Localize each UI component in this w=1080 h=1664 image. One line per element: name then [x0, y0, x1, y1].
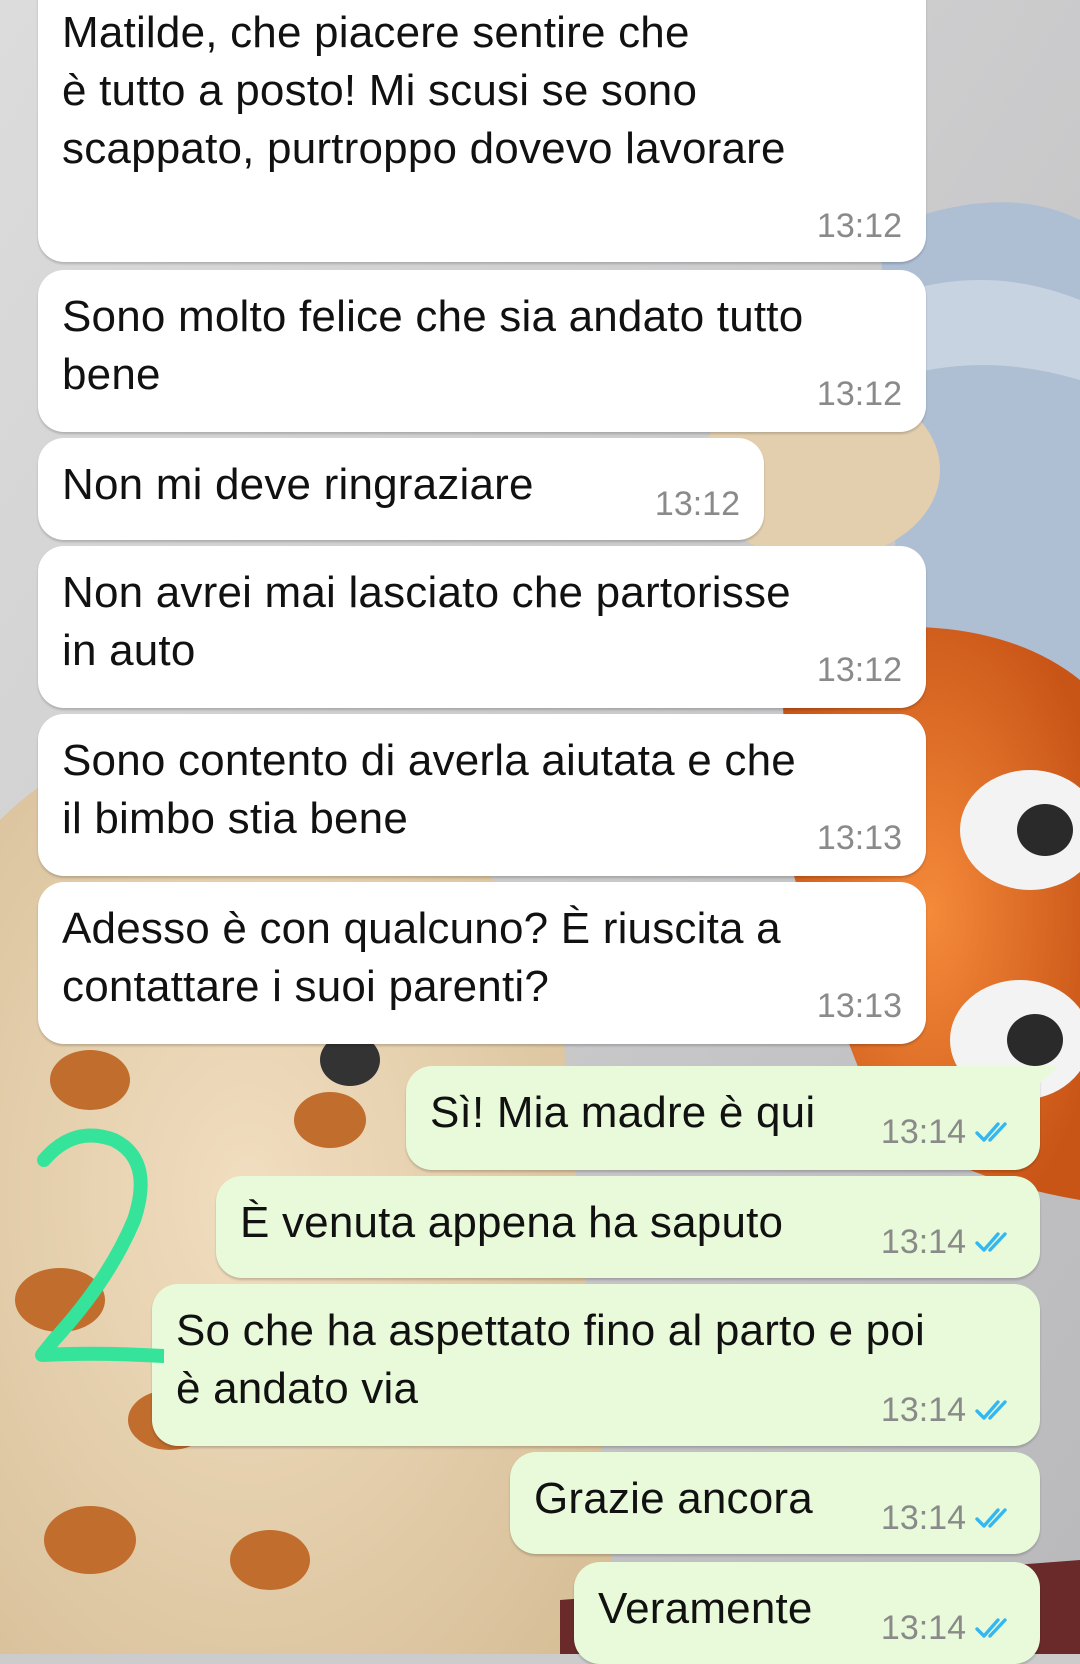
outgoing-message[interactable]: È venuta appena ha saputo 13:14	[216, 1176, 1040, 1278]
message-time: 13:12	[654, 485, 740, 523]
message-time: 13:12	[816, 375, 902, 413]
message-time: 13:14	[880, 1113, 966, 1151]
incoming-message[interactable]: Non avrei mai lasciato che partorisse in…	[38, 546, 926, 708]
message-time: 13:12	[816, 207, 902, 245]
double-check-icon	[975, 1122, 1007, 1142]
message-time: 13:12	[816, 651, 902, 689]
message-meta: 13:14	[881, 1112, 1016, 1152]
double-check-icon	[975, 1508, 1007, 1528]
message-time: 13:14	[880, 1499, 966, 1537]
message-text: Veramente	[598, 1584, 813, 1633]
chat-thread: Matilde, che piacere sentire che è tutto…	[0, 0, 1080, 1664]
message-text: È venuta appena ha saputo	[240, 1198, 784, 1247]
outgoing-message[interactable]: Grazie ancora 13:14	[510, 1452, 1040, 1554]
message-text: Non mi deve ringraziare	[62, 460, 534, 509]
message-text: Adesso è con qualcuno? È riuscita a	[62, 904, 781, 953]
outgoing-message[interactable]: So che ha aspettato fino al parto e poi …	[152, 1284, 1040, 1446]
message-time: 13:14	[880, 1223, 966, 1261]
message-meta: 13:13	[817, 986, 902, 1026]
message-time: 13:13	[816, 819, 902, 857]
message-text: contattare i suoi parenti?	[62, 962, 550, 1011]
message-meta: 13:12	[817, 374, 902, 414]
double-check-icon	[975, 1400, 1007, 1420]
bubble-tail	[1030, 1066, 1058, 1092]
outgoing-message[interactable]: Veramente 13:14	[574, 1562, 1040, 1664]
message-meta: 13:12	[655, 484, 740, 524]
incoming-message[interactable]: Non mi deve ringraziare 13:12	[38, 438, 764, 540]
message-text: Sono contento di averla aiutata e che	[62, 736, 796, 785]
double-check-icon	[975, 1232, 1007, 1252]
outgoing-message[interactable]: Sì! Mia madre è qui 13:14	[406, 1066, 1040, 1170]
message-text: è andato via	[176, 1364, 419, 1413]
message-meta: 13:14	[881, 1608, 1016, 1648]
message-text: Sono molto felice che sia andato tutto	[62, 292, 804, 341]
message-meta: 13:14	[881, 1222, 1016, 1262]
message-text: il bimbo stia bene	[62, 794, 409, 843]
message-text: bene	[62, 350, 161, 399]
message-meta: 13:13	[817, 818, 902, 858]
message-text: in auto	[62, 626, 196, 675]
message-text: So che ha aspettato fino al parto e poi	[176, 1306, 925, 1355]
message-text: è tutto a posto! Mi scusi se sono	[62, 66, 698, 115]
message-text: Sì! Mia madre è qui	[430, 1088, 816, 1137]
message-text: scappato, purtroppo dovevo lavorare	[62, 124, 786, 173]
incoming-message[interactable]: Sono molto felice che sia andato tutto b…	[38, 270, 926, 432]
double-check-icon	[975, 1618, 1007, 1638]
message-meta: 13:12	[817, 206, 902, 246]
message-time: 13:14	[880, 1609, 966, 1647]
message-meta: 13:14	[881, 1498, 1016, 1538]
message-meta: 13:14	[881, 1390, 1016, 1430]
message-text: Matilde, che piacere sentire che	[62, 8, 690, 57]
message-time: 13:14	[880, 1391, 966, 1429]
incoming-message[interactable]: Sono contento di averla aiutata e che il…	[38, 714, 926, 876]
handwritten-number-annotation	[35, 1128, 164, 1363]
message-time: 13:13	[816, 987, 902, 1025]
message-meta: 13:12	[817, 650, 902, 690]
incoming-message[interactable]: Matilde, che piacere sentire che è tutto…	[38, 0, 926, 262]
message-text: Grazie ancora	[534, 1474, 813, 1523]
message-text: Non avrei mai lasciato che partorisse	[62, 568, 791, 617]
incoming-message[interactable]: Adesso è con qualcuno? È riuscita a cont…	[38, 882, 926, 1044]
